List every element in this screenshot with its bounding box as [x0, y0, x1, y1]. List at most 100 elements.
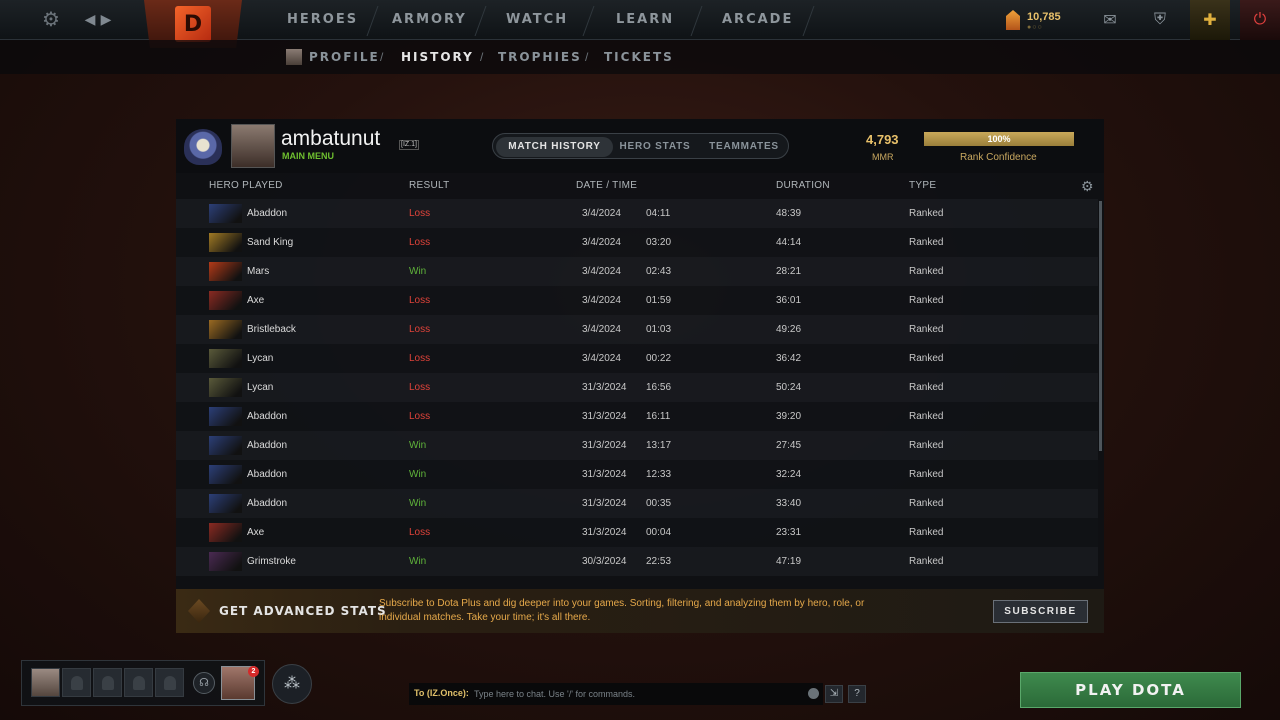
table-row[interactable]: Grimstroke Win 30/3/2024 22:53 47:19 Ranked: [176, 547, 1098, 576]
match-time: 12:33: [646, 469, 672, 480]
promo-title: GET ADVANCED STATS: [219, 604, 387, 618]
hero-portrait: [209, 262, 242, 281]
hero-portrait: [209, 291, 242, 310]
subscribe-button[interactable]: SUBSCRIBE: [993, 600, 1088, 623]
forward-arrow-icon[interactable]: ▶: [100, 10, 112, 28]
party-slot-empty[interactable]: [124, 668, 153, 697]
column-header-hero[interactable]: HERO PLAYED: [209, 180, 283, 191]
play-dota-button[interactable]: PLAY DOTA: [1020, 672, 1241, 708]
match-result: Win: [409, 440, 427, 451]
rank-medal-icon[interactable]: [184, 129, 222, 165]
party-slot-empty[interactable]: [62, 668, 91, 697]
hero-name: Abaddon: [247, 208, 288, 219]
hero-portrait: [209, 378, 242, 397]
table-row[interactable]: Abaddon Win 31/3/2024 12:33 32:24 Ranked: [176, 460, 1098, 489]
table-row[interactable]: Sand King Loss 3/4/2024 03:20 44:14 Ranked: [176, 228, 1098, 257]
party-slot-empty[interactable]: [155, 668, 184, 697]
back-arrow-icon[interactable]: ◀: [84, 10, 96, 28]
nav-watch[interactable]: WATCH: [506, 0, 568, 40]
table-row[interactable]: Bristleback Loss 3/4/2024 01:03 49:26 Ranked: [176, 315, 1098, 344]
subnav-history[interactable]: HISTORY: [401, 50, 474, 64]
match-type: Ranked: [909, 411, 944, 422]
table-row[interactable]: Lycan Loss 3/4/2024 00:22 36:42 Ranked: [176, 344, 1098, 373]
tab-match-history[interactable]: MATCH HISTORY: [496, 137, 613, 157]
friends-list-icon[interactable]: ⁂: [272, 664, 312, 704]
match-result: Win: [409, 266, 427, 277]
dota-plus-icon: [188, 599, 210, 623]
nav-divider: [690, 6, 703, 36]
dota-plus-promo: GET ADVANCED STATS Subscribe to Dota Plu…: [176, 589, 1104, 633]
column-header-result[interactable]: RESULT: [409, 180, 450, 191]
table-row[interactable]: Axe Loss 31/3/2024 00:04 23:31 Ranked: [176, 518, 1098, 547]
nav-arcade[interactable]: ARCADE: [722, 0, 793, 40]
match-time: 03:20: [646, 237, 672, 248]
match-time: 01:59: [646, 295, 672, 306]
party-slot-self-avatar[interactable]: [31, 668, 60, 697]
column-header-datetime[interactable]: DATE / TIME: [576, 180, 637, 191]
hero-portrait: [209, 523, 242, 542]
match-duration: 44:14: [776, 237, 802, 248]
party-slot-empty[interactable]: [93, 668, 122, 697]
history-tabs: MATCH HISTORY HERO STATS TEAMMATES: [492, 133, 789, 159]
hero-name: Mars: [247, 266, 270, 277]
tab-hero-stats[interactable]: HERO STATS: [615, 137, 695, 157]
nav-heroes[interactable]: HEROES: [287, 0, 358, 40]
hero-portrait: [209, 233, 242, 252]
table-row[interactable]: Abaddon Loss 3/4/2024 04:11 48:39 Ranked: [176, 199, 1098, 228]
chat-input[interactable]: [474, 684, 804, 704]
settings-gear-icon[interactable]: ⚙: [40, 10, 62, 30]
table-row[interactable]: Abaddon Loss 31/3/2024 16:11 39:20 Ranked: [176, 402, 1098, 431]
match-type: Ranked: [909, 353, 944, 364]
empty-player-icon: [164, 676, 176, 690]
match-duration: 49:26: [776, 324, 802, 335]
match-time: 01:03: [646, 324, 672, 335]
voice-chat-headset-icon[interactable]: ☊: [193, 672, 215, 694]
hero-portrait: [209, 204, 242, 223]
match-duration: 50:24: [776, 382, 802, 393]
match-result: Win: [409, 498, 427, 509]
emoticon-icon[interactable]: [808, 688, 819, 699]
match-time: 16:11: [646, 411, 671, 422]
match-list: Abaddon Loss 3/4/2024 04:11 48:39 Ranked Sand …: [176, 199, 1098, 589]
match-duration: 28:21: [776, 266, 802, 277]
match-type: Ranked: [909, 208, 944, 219]
table-row[interactable]: Mars Win 3/4/2024 02:43 28:21 Ranked: [176, 257, 1098, 286]
table-row[interactable]: Abaddon Win 31/3/2024 00:35 33:40 Ranked: [176, 489, 1098, 518]
match-list-scrollbar[interactable]: [1099, 201, 1102, 451]
rank-confidence-bar: 100%: [924, 132, 1074, 146]
table-row[interactable]: Abaddon Win 31/3/2024 13:17 27:45 Ranked: [176, 431, 1098, 460]
hero-portrait: [209, 320, 242, 339]
column-header-type[interactable]: TYPE: [909, 180, 936, 191]
dota-plus-icon[interactable]: ✚: [1190, 0, 1230, 40]
armory-shield-icon[interactable]: ⛨: [1140, 0, 1180, 40]
top-navigation-bar: ⚙ ◀ ▶ D HEROES ARMORY WATCH LEARN ARCADE…: [0, 0, 1280, 48]
subnav-separator: /: [585, 50, 589, 64]
match-duration: 32:24: [776, 469, 802, 480]
chat-expand-icon[interactable]: ⇲: [825, 685, 843, 703]
match-duration: 27:45: [776, 440, 802, 451]
table-row[interactable]: Axe Loss 3/4/2024 01:59 36:01 Ranked: [176, 286, 1098, 315]
hero-name: Bristleback: [247, 324, 296, 335]
help-icon[interactable]: ?: [848, 685, 866, 703]
table-row[interactable]: Lycan Loss 31/3/2024 16:56 50:24 Ranked: [176, 373, 1098, 402]
hero-name: Abaddon: [247, 469, 288, 480]
match-date: 30/3/2024: [582, 556, 627, 567]
nav-armory[interactable]: ARMORY: [392, 0, 467, 40]
match-type: Ranked: [909, 295, 944, 306]
subnav-trophies[interactable]: TROPHIES: [498, 50, 582, 64]
column-header-duration[interactable]: DURATION: [776, 180, 830, 191]
table-settings-gear-icon[interactable]: ⚙: [1081, 178, 1094, 195]
profile-avatar-small: [286, 49, 302, 65]
avatar[interactable]: [231, 124, 275, 168]
subnav-tickets[interactable]: TICKETS: [604, 50, 674, 64]
shards-icon: [1006, 10, 1020, 30]
power-icon[interactable]: ⏻: [1240, 0, 1280, 40]
hero-name: Axe: [247, 527, 265, 538]
tab-teammates[interactable]: TEAMMATES: [703, 137, 785, 157]
empty-player-icon: [71, 676, 83, 690]
match-duration: 36:42: [776, 353, 802, 364]
nav-learn[interactable]: LEARN: [616, 0, 674, 40]
hero-portrait: [209, 465, 242, 484]
subnav-profile[interactable]: PROFILE: [309, 50, 380, 64]
mail-icon[interactable]: ✉: [1090, 0, 1130, 40]
